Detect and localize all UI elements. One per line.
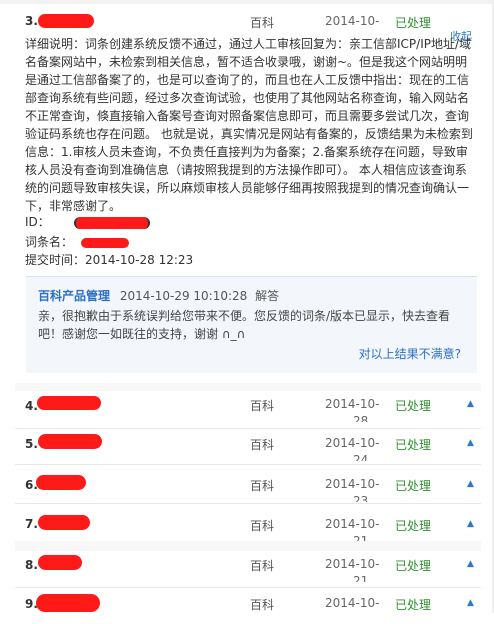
expand-arrow-icon[interactable]: ▲ — [467, 559, 474, 569]
row-number: 8. — [25, 558, 38, 572]
row-status: 已处理 — [395, 559, 432, 573]
row-number: 3. — [25, 14, 38, 28]
row-date-day: 28 — [353, 414, 369, 422]
row-date: 2014-10- — [325, 557, 380, 571]
expand-arrow-icon[interactable]: ▲ — [467, 519, 474, 529]
row-date-day: 24 — [353, 453, 369, 461]
id-field: ID： — [25, 213, 150, 231]
feedback-row[interactable]: 9. 百科 2014-10- 已处理 ▲ — [0, 588, 494, 624]
feedback-row[interactable]: 6. 百科 2014-10- 23 已处理 ▲ — [0, 465, 494, 502]
detail-text: 词条创建系统反馈不通过，通过人工审核回复为：亲工信部ICP/IP地址/域名备案网… — [25, 37, 473, 213]
submit-time: 2014-10-28 12:23 — [85, 253, 194, 267]
detail-label: 详细说明： — [25, 37, 86, 51]
row-date-day: 21 — [353, 574, 369, 582]
row-date: 2014-10- — [325, 596, 380, 610]
row-status: 已处理 — [395, 598, 432, 612]
row-number: 4. — [25, 399, 38, 413]
redacted-title — [38, 14, 94, 28]
redacted-term — [80, 237, 129, 248]
redacted-id — [73, 216, 150, 229]
row-category: 百科 — [250, 559, 275, 573]
reply-text: 亲，很抱歉由于系统误判给您带来不便。您反馈的词条/版本已显示，快去查看吧！感谢您… — [38, 309, 451, 341]
row-date: 2014-10- — [325, 436, 380, 450]
official-reply: 百科产品管理 2014-10-29 10:10:28 解答 亲，很抱歉由于系统误… — [26, 276, 477, 373]
row-status: 已处理 — [395, 16, 432, 30]
id-label: ID： — [25, 215, 50, 229]
row-date: 2014-10- — [325, 517, 380, 531]
feedback-row[interactable]: 7. 百科 2014-10- 21 已处理 ▲ — [0, 504, 494, 542]
redacted-title — [37, 396, 101, 410]
term-field: 词条名： — [25, 233, 129, 251]
reply-header: 百科产品管理 2014-10-29 10:10:28 解答 — [38, 287, 279, 304]
row-status: 已处理 — [395, 438, 432, 452]
reply-time: 2014-10-29 10:10:28 — [119, 289, 248, 303]
reply-org: 百科产品管理 — [38, 289, 111, 303]
row-number: 5. — [25, 437, 38, 451]
redacted-title — [38, 434, 102, 449]
redacted-title — [36, 475, 86, 490]
detail-description: 详细说明：词条创建系统反馈不通过，通过人工审核回复为：亲工信部ICP/IP地址/… — [25, 35, 475, 215]
row-divider-band — [15, 541, 481, 551]
redacted-title — [38, 515, 90, 530]
row-status: 已处理 — [395, 399, 432, 413]
expand-arrow-icon[interactable]: ▲ — [467, 598, 474, 608]
top-scroll-strip — [0, 0, 494, 4]
redacted-title — [36, 594, 100, 612]
row-category: 百科 — [250, 399, 275, 413]
submit-label: 提交时间： — [25, 253, 86, 267]
submit-time-field: 提交时间：2014-10-28 12:23 — [25, 251, 193, 269]
feedback-row[interactable]: 5. 百科 2014-10- 24 已处理 ▲ — [0, 429, 494, 465]
term-label: 词条名： — [25, 235, 74, 249]
redacted-title — [38, 555, 82, 570]
row-date-day: 23 — [353, 494, 369, 502]
row-category: 百科 — [250, 598, 275, 612]
row-status: 已处理 — [395, 519, 432, 533]
row-date: 2014-10- — [325, 477, 380, 491]
row-date: 2014-10- — [325, 397, 380, 411]
reply-action: 解答 — [255, 289, 280, 303]
row-date: 2014-10- — [325, 14, 380, 28]
expand-arrow-icon[interactable]: ▲ — [467, 479, 474, 489]
expand-arrow-icon[interactable]: ▲ — [467, 399, 474, 409]
section-gap — [15, 383, 481, 391]
row-category: 百科 — [250, 16, 275, 30]
feedback-row[interactable]: 4. 百科 2014-10- 28 已处理 ▲ — [0, 392, 494, 428]
feedback-row[interactable]: 8. 百科 2014-10- 21 已处理 ▲ — [0, 551, 494, 587]
row-number: 7. — [25, 517, 38, 531]
row-category: 百科 — [250, 519, 275, 533]
expand-arrow-icon[interactable]: ▲ — [467, 438, 474, 448]
row-category: 百科 — [250, 438, 275, 452]
dissatisfied-link[interactable]: 对以上结果不满意? — [359, 345, 461, 362]
row-category: 百科 — [250, 479, 275, 493]
row-status: 已处理 — [395, 479, 432, 493]
